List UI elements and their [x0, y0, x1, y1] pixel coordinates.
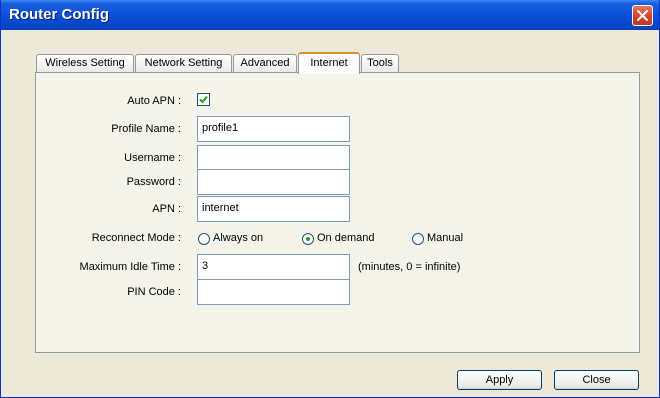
pin-code-label: PIN Code : — [127, 286, 181, 298]
title-bar[interactable]: Router Config — [1, 0, 659, 30]
apn-label: APN : — [152, 203, 181, 215]
tab-tools[interactable]: Tools — [361, 54, 399, 72]
username-label: Username : — [124, 152, 181, 164]
auto-apn-label: Auto APN : — [127, 95, 181, 107]
reconnect-manual-radio[interactable] — [412, 233, 424, 245]
profile-name-field[interactable]: profile1 — [197, 116, 350, 142]
password-field[interactable] — [197, 169, 350, 195]
tab-internet[interactable]: Internet — [298, 52, 360, 74]
reconnect-on-demand-label: On demand — [317, 232, 375, 244]
password-label: Password : — [126, 176, 181, 188]
reconnect-manual-label: Manual — [427, 232, 464, 244]
max-idle-time-hint: (minutes, 0 = infinite) — [358, 261, 461, 273]
reconnect-always-on-label: Always on — [213, 232, 264, 244]
profile-name-label: Profile Name : — [111, 123, 181, 135]
apply-button[interactable]: Apply — [457, 370, 542, 390]
reconnect-on-demand-radio[interactable] — [302, 233, 314, 245]
close-icon — [637, 10, 648, 21]
auto-apn-checkbox[interactable] — [197, 93, 210, 106]
apn-field[interactable]: internet — [197, 196, 350, 222]
close-button[interactable]: Close — [554, 370, 639, 390]
tab-network-setting[interactable]: Network Setting — [135, 54, 232, 72]
username-field[interactable] — [197, 145, 350, 171]
checkmark-icon — [199, 95, 208, 104]
max-idle-time-field[interactable]: 3 — [197, 254, 350, 280]
window-close-button[interactable] — [632, 5, 653, 26]
reconnect-mode-label: Reconnect Mode : — [91, 232, 181, 244]
tab-wireless-setting[interactable]: Wireless Setting — [36, 54, 134, 72]
pin-code-field[interactable] — [197, 279, 350, 305]
router-config-window: Router Config Wireless Setting Network S… — [0, 0, 660, 398]
reconnect-always-on-radio[interactable] — [198, 233, 210, 245]
max-idle-time-label: Maximum Idle Time : — [79, 261, 181, 273]
tab-advanced[interactable]: Advanced — [233, 54, 297, 72]
window-title: Router Config — [9, 6, 109, 23]
